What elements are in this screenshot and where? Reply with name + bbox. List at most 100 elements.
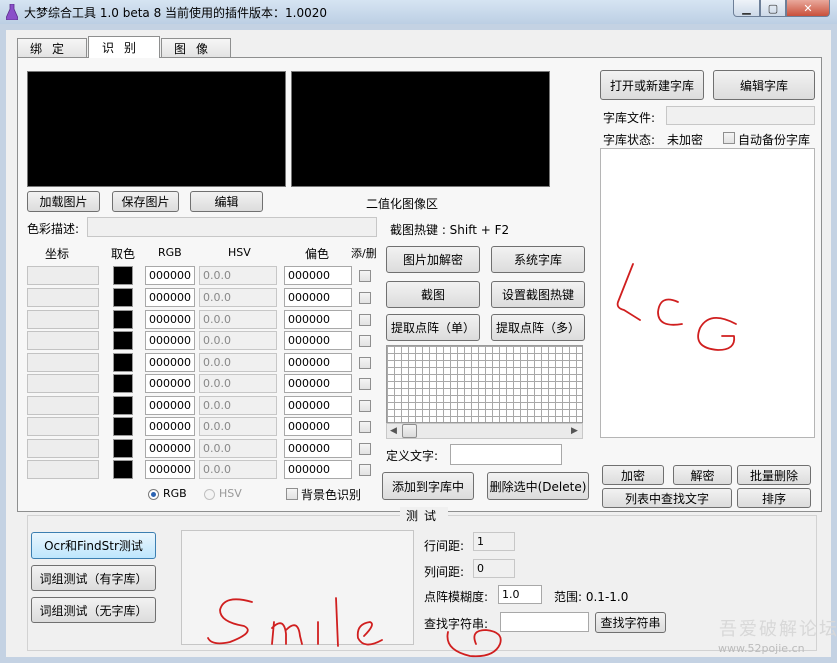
offset-input[interactable]: 000000 [284,417,352,436]
color-swatch[interactable] [113,439,133,458]
scroll-right-icon[interactable]: ▶ [571,426,578,436]
checkbox-icon[interactable] [359,314,371,326]
color-swatch[interactable] [113,288,133,307]
col-spacing-field[interactable]: 0 [473,559,515,578]
scrollbar-thumb[interactable] [402,424,417,438]
decrypt-button[interactable]: 解密 [673,465,732,485]
coord-cell [27,417,99,436]
coord-cell [27,353,99,372]
set-hotkey-button[interactable]: 设置截图热键 [491,281,585,308]
rgb-input[interactable]: 000000 [145,374,195,393]
add-to-library-button[interactable]: 添加到字库中 [382,472,474,500]
hsv-input: 0.0.0 [199,374,277,393]
checkbox-icon[interactable] [359,357,371,369]
rgb-input[interactable]: 000000 [145,310,195,329]
rgb-input[interactable]: 000000 [145,266,195,285]
load-image-button[interactable]: 加载图片 [27,191,100,212]
delete-selected-button[interactable]: 删除选中(Delete) [487,472,589,500]
radio-icon[interactable] [204,489,215,500]
edit-library-button[interactable]: 编辑字库 [713,70,815,100]
extract-multi-button[interactable]: 提取点阵（多） [491,314,585,341]
color-swatch[interactable] [113,460,133,479]
color-desc-field[interactable] [87,217,377,237]
phrase-test-without-lib-button[interactable]: 词组测试（无字库） [31,597,156,623]
checkbox-icon[interactable] [359,464,371,476]
phrase-test-with-lib-button[interactable]: 词组测试（有字库） [31,565,156,591]
tab-bind[interactable]: 绑定 [17,38,87,57]
checkbox-icon[interactable] [359,400,371,412]
checkbox-icon[interactable] [359,292,371,304]
rgb-input[interactable]: 000000 [145,331,195,350]
decrypt-image-button[interactable]: 图片加解密 [386,246,480,273]
dot-matrix-grid[interactable] [386,345,583,423]
rgb-input[interactable]: 000000 [145,417,195,436]
checkbox-icon[interactable] [359,270,371,282]
offset-input[interactable]: 000000 [284,288,352,307]
binary-image-preview[interactable] [291,71,550,187]
coord-header: 坐标 [45,247,70,261]
coord-cell [27,266,99,285]
hsv-input: 0.0.0 [199,460,277,479]
open-create-library-button[interactable]: 打开或新建字库 [600,70,704,100]
offset-input[interactable]: 000000 [284,460,352,479]
source-image-preview[interactable] [27,71,286,187]
color-swatch[interactable] [113,310,133,329]
system-library-button[interactable]: 系统字库 [491,246,585,273]
checkbox-icon[interactable] [286,488,298,500]
line-spacing-field[interactable]: 1 [473,532,515,551]
minimize-button[interactable]: ▁ [733,0,760,17]
offset-input[interactable]: 000000 [284,353,352,372]
scroll-left-icon[interactable]: ◀ [390,426,397,436]
find-in-list-button[interactable]: 列表中查找文字 [602,488,732,508]
bg-color-label: 背景色识别 [301,488,362,502]
offset-input[interactable]: 000000 [284,266,352,285]
rgb-input[interactable]: 000000 [145,439,195,458]
coord-cell [27,374,99,393]
search-string-button[interactable]: 查找字符串 [595,612,666,633]
checkbox-icon[interactable] [359,421,371,433]
offset-input[interactable]: 000000 [284,439,352,458]
coord-cell [27,331,99,350]
app-flask-icon [6,4,18,20]
minimize-icon: ▁ [742,1,751,15]
checkbox-icon[interactable] [359,335,371,347]
edit-image-button[interactable]: 编辑 [190,191,263,212]
tab-image[interactable]: 图像 [161,38,231,57]
rgb-input[interactable]: 000000 [145,288,195,307]
offset-input[interactable]: 000000 [284,374,352,393]
color-swatch[interactable] [113,396,133,415]
library-status-label: 字库状态: [603,133,656,147]
tab-recognize[interactable]: 识别 [88,36,160,58]
color-swatch[interactable] [113,331,133,350]
offset-input[interactable]: 000000 [284,310,352,329]
sort-button[interactable]: 排序 [737,488,811,508]
rgb-input[interactable]: 000000 [145,353,195,372]
auto-backup-label: 自动备份字库 [738,133,811,147]
radio-rgb-label: RGB [163,487,187,500]
color-swatch[interactable] [113,266,133,285]
checkbox-icon[interactable] [359,378,371,390]
batch-delete-button[interactable]: 批量删除 [737,465,811,485]
color-swatch[interactable] [113,353,133,372]
color-swatch[interactable] [113,374,133,393]
checkbox-icon[interactable] [359,443,371,455]
define-text-input[interactable] [450,444,562,465]
offset-input[interactable]: 000000 [284,331,352,350]
color-swatch[interactable] [113,417,133,436]
offset-input[interactable]: 000000 [284,396,352,415]
close-button[interactable]: ✕ [786,0,830,17]
screenshot-button[interactable]: 截图 [386,281,480,308]
rgb-input[interactable]: 000000 [145,396,195,415]
handwritten-signature-lcg [616,263,737,351]
radio-icon[interactable] [148,489,159,500]
maximize-button[interactable]: ▢ [760,0,786,17]
checkbox-icon[interactable] [723,132,735,144]
ocr-findstr-test-button[interactable]: Ocr和FindStr测试 [31,532,156,559]
extract-single-button[interactable]: 提取点阵（单） [386,314,480,341]
line-spacing-label: 行间距: [424,539,465,553]
save-image-button[interactable]: 保存图片 [112,191,179,212]
rgb-input[interactable]: 000000 [145,460,195,479]
coord-cell [27,288,99,307]
encrypt-button[interactable]: 加密 [602,465,664,485]
define-text-label: 定义文字: [386,449,439,463]
